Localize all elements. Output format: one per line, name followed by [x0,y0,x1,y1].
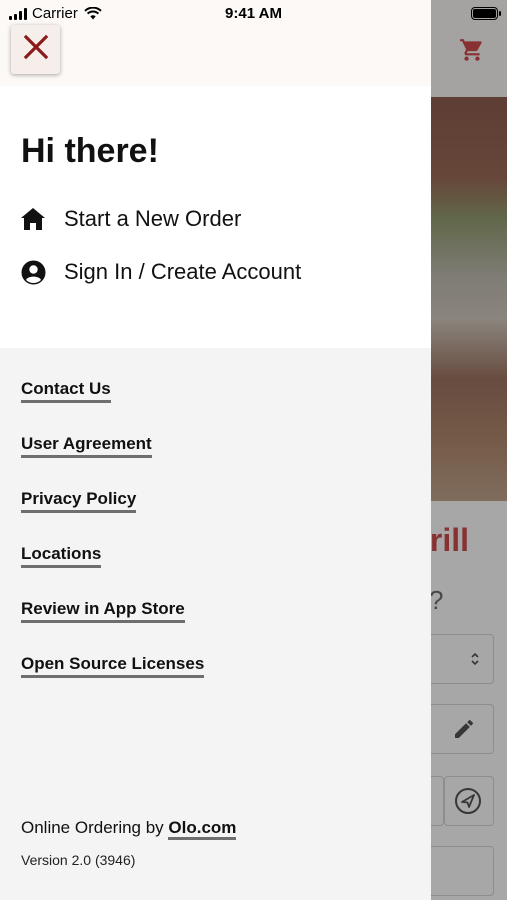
user-agreement-link[interactable]: User Agreement [21,434,152,458]
greeting-section: Hi there! Start a New Order Sign In / Cr… [0,86,431,348]
side-drawer: Hi there! Start a New Order Sign In / Cr… [0,0,431,900]
home-icon [20,206,46,232]
sign-in-label: Sign In / Create Account [64,259,302,284]
status-time: 9:41 AM [225,5,282,22]
privacy-policy-link[interactable]: Privacy Policy [21,489,137,513]
contact-us-link[interactable]: Contact Us [21,379,111,403]
review-app-store-link[interactable]: Review in App Store [21,599,185,623]
olo-link[interactable]: Olo.com [168,818,237,840]
app-version: Version 2.0 (3946) [21,852,136,868]
start-new-order-label: Start a New Order [64,206,242,231]
user-circle-icon [20,259,46,285]
sign-in-item[interactable]: Sign In / Create Account [20,259,301,285]
footer-credit: Online Ordering by Olo.com [21,818,237,840]
greeting-title: Hi there! [21,132,159,170]
close-icon [23,34,49,65]
locations-link[interactable]: Locations [21,544,102,568]
open-source-licenses-link[interactable]: Open Source Licenses [21,654,205,678]
start-new-order-item[interactable]: Start a New Order [20,206,241,232]
status-bar: Carrier 9:41 AM [0,0,507,28]
close-button[interactable] [11,25,60,74]
footer-prefix: Online Ordering by [21,818,169,837]
battery-icon [471,7,501,20]
